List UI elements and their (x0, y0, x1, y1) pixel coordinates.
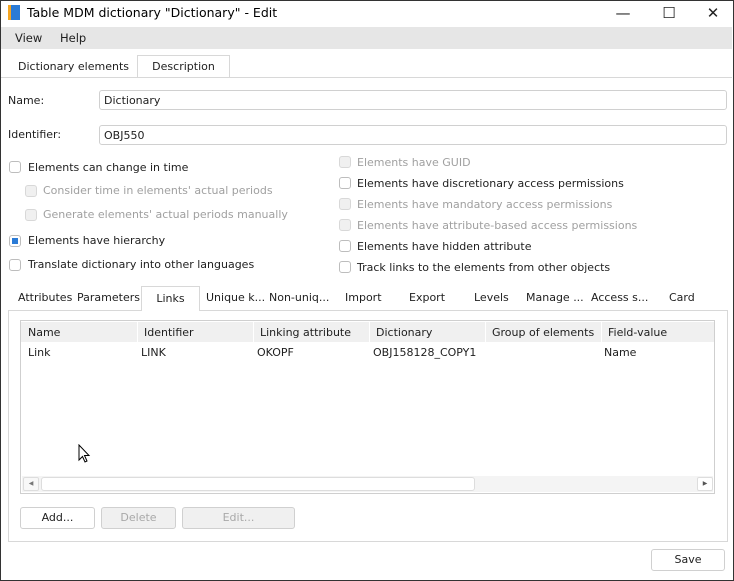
identifier-input[interactable]: OBJ550 (99, 125, 727, 145)
tab-access[interactable]: Access s... (591, 291, 648, 304)
discretionary-label: Elements have discretionary access permi… (357, 177, 624, 190)
discretionary-checkbox[interactable] (339, 177, 351, 189)
tab-card[interactable]: Card (669, 291, 695, 304)
consider-time-checkbox[interactable] (25, 185, 37, 197)
minimize-button[interactable]: — (600, 2, 646, 26)
mouse-cursor-icon (78, 444, 91, 463)
delete-button[interactable]: Delete (101, 507, 176, 529)
cell-linking-attribute: OKOPF (257, 346, 294, 359)
tab-links[interactable]: Links (141, 286, 200, 311)
tab-description[interactable]: Description (137, 55, 230, 78)
add-button[interactable]: Add... (20, 507, 95, 529)
track-links-checkbox[interactable] (339, 261, 351, 273)
column-header-field-value[interactable]: Field-value (608, 326, 667, 339)
generate-periods-label: Generate elements' actual periods manual… (43, 208, 288, 221)
tab-divider (1, 77, 732, 78)
save-button[interactable]: Save (651, 549, 725, 571)
cell-dictionary: OBJ158128_COPY1 (373, 346, 477, 359)
attribute-based-label: Elements have attribute-based access per… (357, 219, 638, 232)
elements-change-in-time-checkbox[interactable] (9, 161, 21, 173)
window-title: Table MDM dictionary "Dictionary" - Edit (27, 5, 278, 20)
menu-bar (1, 27, 732, 49)
name-input[interactable]: Dictionary (99, 90, 727, 110)
hidden-attribute-checkbox[interactable] (339, 240, 351, 252)
name-label: Name: (8, 94, 45, 107)
tab-parameters[interactable]: Parameters (77, 291, 140, 304)
attribute-based-checkbox[interactable] (339, 219, 351, 231)
tab-non-unique[interactable]: Non-uniq... (269, 291, 329, 304)
mandatory-label: Elements have mandatory access permissio… (357, 198, 613, 211)
elements-change-in-time-label: Elements can change in time (28, 161, 189, 174)
elements-hierarchy-label: Elements have hierarchy (28, 234, 166, 247)
elements-hierarchy-checkbox[interactable] (9, 235, 21, 247)
scrollbar-thumb[interactable] (41, 477, 475, 491)
menu-help[interactable]: Help (60, 31, 86, 45)
column-header-dictionary[interactable]: Dictionary (376, 326, 432, 339)
guid-label: Elements have GUID (357, 156, 471, 169)
track-links-label: Track links to the elements from other o… (357, 261, 611, 274)
column-header-group[interactable]: Group of elements (492, 326, 594, 339)
tab-export[interactable]: Export (409, 291, 445, 304)
scroll-right-icon[interactable]: ▶ (697, 477, 713, 491)
hidden-attribute-label: Elements have hidden attribute (357, 240, 532, 253)
edit-button[interactable]: Edit... (182, 507, 295, 529)
tab-dictionary-elements[interactable]: Dictionary elements (18, 60, 129, 73)
column-header-linking-attribute[interactable]: Linking attribute (260, 326, 351, 339)
close-button[interactable]: ✕ (690, 2, 734, 26)
tab-manage[interactable]: Manage ... (526, 291, 584, 304)
translate-dictionary-label: Translate dictionary into other language… (28, 258, 255, 271)
cell-field-value: Name (604, 346, 637, 359)
tab-levels[interactable]: Levels (474, 291, 509, 304)
menu-view[interactable]: View (15, 31, 42, 45)
maximize-button[interactable]: ☐ (646, 2, 692, 26)
column-header-identifier[interactable]: Identifier (144, 326, 194, 339)
translate-dictionary-checkbox[interactable] (9, 259, 21, 271)
tab-import[interactable]: Import (345, 291, 382, 304)
tab-unique-keys[interactable]: Unique k... (206, 291, 265, 304)
column-header-name[interactable]: Name (28, 326, 60, 339)
cell-identifier: LINK (141, 346, 166, 359)
consider-time-label: Consider time in elements' actual period… (43, 184, 273, 197)
mandatory-checkbox[interactable] (339, 198, 351, 210)
generate-periods-checkbox[interactable] (25, 209, 37, 221)
guid-checkbox[interactable] (339, 156, 351, 168)
tab-attributes[interactable]: Attributes (18, 291, 72, 304)
scroll-left-icon[interactable]: ◀ (23, 477, 39, 491)
identifier-label: Identifier: (8, 128, 62, 141)
app-icon (8, 5, 20, 20)
cell-name: Link (28, 346, 51, 359)
